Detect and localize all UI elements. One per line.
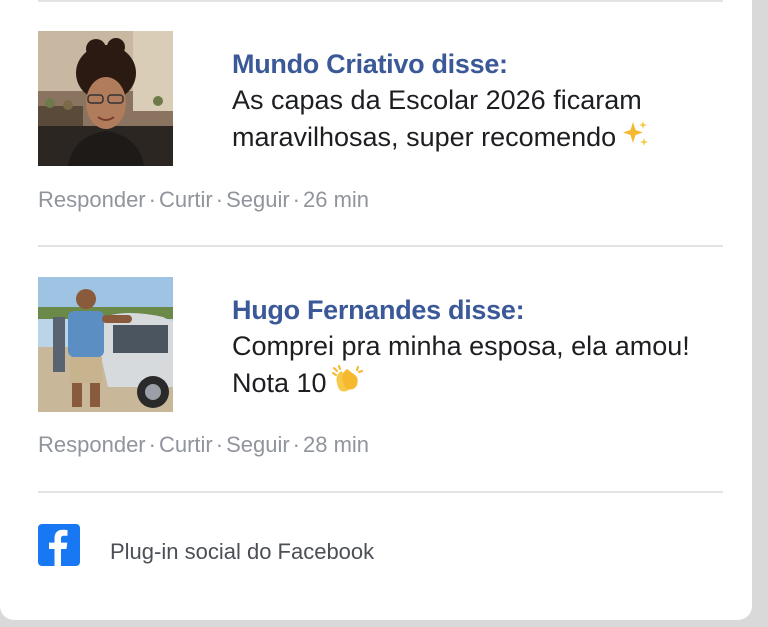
comment-author[interactable]: Mundo Criativo disse:: [232, 47, 732, 81]
comment-body: Mundo Criativo disse: As capas da Escola…: [232, 47, 732, 159]
separator: ·: [148, 432, 156, 457]
separator: ·: [215, 432, 224, 457]
follow-link[interactable]: Seguir: [226, 187, 290, 212]
comment-text-line: Nota 10: [232, 368, 327, 399]
facebook-plugin-label[interactable]: Plug-in social do Facebook: [110, 538, 374, 566]
divider: [38, 0, 723, 2]
comment-body: Hugo Fernandes disse: Comprei pra minha …: [232, 293, 732, 405]
comment-text: Comprei pra minha esposa, ela amou! Nota…: [232, 328, 732, 405]
avatar[interactable]: [38, 31, 173, 166]
separator: ·: [215, 187, 224, 212]
comment-actions: Responder · Curtir · Seguir · 28 min: [38, 431, 369, 459]
comment-actions: Responder · Curtir · Seguir · 26 min: [38, 186, 369, 214]
like-link[interactable]: Curtir: [159, 432, 213, 457]
separator: ·: [148, 187, 156, 212]
sparkles-icon: [620, 119, 650, 159]
facebook-icon[interactable]: [38, 524, 80, 566]
divider: [38, 491, 723, 493]
comment-author[interactable]: Hugo Fernandes disse:: [232, 293, 732, 327]
follow-link[interactable]: Seguir: [226, 432, 290, 457]
avatar[interactable]: [38, 277, 173, 412]
facebook-comments-card: Mundo Criativo disse: As capas da Escola…: [0, 0, 752, 620]
divider: [38, 245, 723, 247]
reply-link[interactable]: Responder: [38, 187, 146, 212]
like-link[interactable]: Curtir: [159, 187, 213, 212]
separator: ·: [292, 187, 300, 212]
comment-text-line: Comprei pra minha esposa, ela amou!: [232, 331, 690, 361]
reply-link[interactable]: Responder: [38, 432, 146, 457]
comment-timestamp[interactable]: 28 min: [303, 432, 369, 457]
clapping-hands-icon: [331, 365, 363, 405]
comment-text-content: As capas da Escolar 2026 ficaram maravil…: [232, 85, 642, 153]
comment-text: As capas da Escolar 2026 ficaram maravil…: [232, 82, 732, 159]
separator: ·: [292, 432, 300, 457]
comment-timestamp[interactable]: 26 min: [303, 187, 369, 212]
